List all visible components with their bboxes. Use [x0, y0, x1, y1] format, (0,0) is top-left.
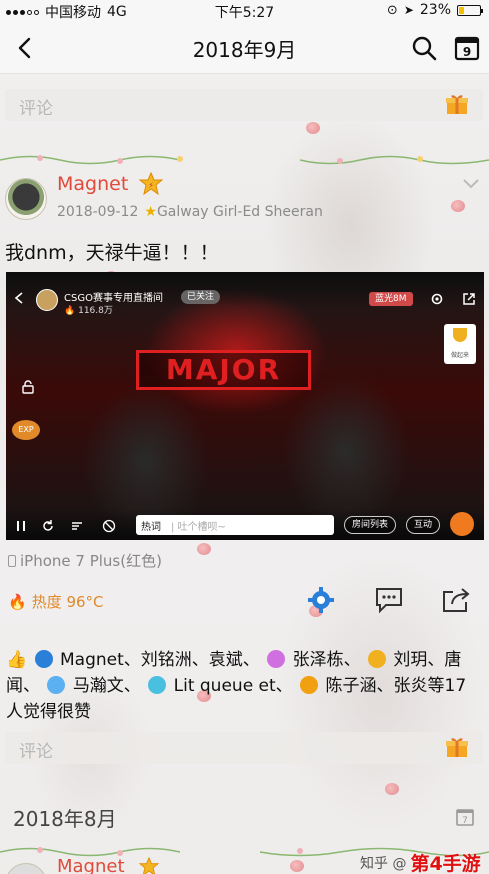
comment-input-2[interactable]: 评论	[5, 732, 483, 764]
watermark-site: 知乎 @	[360, 855, 407, 872]
watermark-brand: 第4手游	[410, 853, 481, 874]
thumbs-up-icon: 👍	[6, 650, 28, 670]
calendar-icon[interactable]: 9	[453, 34, 481, 62]
svg-text:7: 7	[462, 816, 468, 826]
flame-icon: 🔥	[8, 592, 27, 611]
video-banner-major: MAJOR	[136, 350, 311, 390]
svg-text:⚡: ⚡	[148, 181, 154, 190]
comment-icon[interactable]	[374, 586, 404, 614]
video-player[interactable]: MAJOR CSGO赛事专用直播间 🔥 116.8万 已关注 蓝光8M EXP …	[6, 272, 484, 540]
badge-bow-icon	[148, 676, 167, 694]
like-gear-icon[interactable]	[306, 586, 336, 614]
post-song[interactable]: Galway Girl-Ed Sheeran	[157, 204, 323, 220]
post-date: 2018-09-12	[57, 204, 139, 220]
calendar-small-icon[interactable]: 7	[455, 807, 475, 827]
channel-heat-value: 116.8万	[78, 306, 113, 316]
refresh-icon[interactable]	[41, 519, 55, 533]
badge-heart-icon	[267, 650, 286, 668]
badge-crown-icon	[300, 676, 319, 694]
quality-button[interactable]: 蓝光8M	[369, 292, 413, 306]
exp-badge[interactable]: EXP	[12, 420, 40, 440]
follow-button[interactable]: 已关注	[181, 290, 221, 304]
comment-input[interactable]: 评论	[5, 89, 483, 121]
gear-icon[interactable]	[430, 292, 444, 306]
search-icon[interactable]	[410, 34, 438, 62]
post-meta: 2018-09-12 ★ Galway Girl-Ed Sheeran	[57, 204, 323, 220]
likes-list: 👍 Magnet、刘铭洲、袁斌、 张泽栋、 刘玥、唐闻、 马瀚文、 Lit qu…	[6, 647, 482, 725]
fullscreen-share-icon[interactable]	[462, 292, 476, 306]
vip-badge-icon	[138, 857, 160, 874]
lock-icon[interactable]	[22, 380, 34, 394]
likes-names-2[interactable]: 张泽栋、	[293, 650, 361, 670]
petal-decoration	[451, 200, 465, 212]
petal-decoration	[306, 122, 320, 134]
phone-icon	[8, 554, 16, 567]
petal-decoration	[385, 783, 399, 795]
petal-decoration	[197, 543, 211, 555]
navigation-bar: 2018年9月 9	[0, 22, 489, 74]
username[interactable]: Magnet	[57, 173, 128, 195]
channel-heat: 🔥 116.8万	[64, 303, 113, 316]
post-text: 我dnm，天禄牛逼！！！	[5, 242, 219, 264]
trophy-icon	[453, 328, 467, 342]
vip-badge-icon: ⚡	[138, 172, 164, 196]
badge-gold-icon	[367, 650, 386, 668]
music-star-icon: ★	[144, 204, 157, 220]
watermark: 知乎 @ 第4手游	[360, 849, 481, 874]
danmu-off-icon[interactable]	[102, 519, 116, 533]
post-heat-value: 热度 96°C	[31, 593, 104, 611]
danmu-placeholder: | 吐个槽呗~	[171, 522, 226, 533]
trophy-widget[interactable]: 做起来	[444, 324, 476, 364]
gift-icon[interactable]	[445, 736, 469, 758]
fire-icon: 🔥	[64, 306, 76, 316]
danmu-toggle-icon[interactable]	[70, 519, 84, 533]
comment-placeholder: 评论	[19, 99, 53, 119]
battery-icon	[457, 4, 483, 16]
status-bar: 中国移动 4G 下午5:27 ⊙ ➤ 23%	[0, 0, 489, 22]
device-name: iPhone 7 Plus(红色)	[20, 552, 162, 570]
vine-divider	[0, 155, 489, 165]
badge-thumb-icon	[47, 676, 66, 694]
battery-percent: 23%	[419, 2, 451, 18]
badge-gear-icon	[34, 650, 53, 668]
channel-name: CSGO赛事专用直播间	[64, 293, 163, 304]
user-avatar[interactable]	[5, 178, 47, 220]
device-info: iPhone 7 Plus(红色)	[8, 550, 162, 571]
likes-names-5[interactable]: 马瀚文、	[73, 676, 141, 696]
likes-names-6[interactable]: Lit queue et、	[174, 676, 293, 696]
month-header: 2018年8月	[13, 807, 117, 831]
video-back-icon[interactable]	[14, 292, 24, 304]
chevron-down-icon[interactable]	[462, 178, 480, 190]
share-icon[interactable]	[441, 586, 471, 614]
danmu-input[interactable]: 热词 | 吐个槽呗~	[136, 515, 334, 535]
comment-placeholder-2: 评论	[19, 742, 53, 762]
petal-decoration	[290, 860, 304, 872]
likes-names-1[interactable]: Magnet、刘铭洲、袁斌、	[60, 650, 260, 670]
danmu-label: 热词	[141, 522, 161, 533]
trophy-caption: 做起来	[450, 352, 469, 359]
calendar-day: 9	[463, 45, 471, 59]
pause-icon[interactable]	[14, 519, 28, 533]
rotation-lock-icon: ⊙	[386, 2, 398, 18]
next-username[interactable]: Magnet	[57, 856, 125, 874]
interact-button[interactable]: 互动	[406, 516, 441, 534]
channel-avatar[interactable]	[36, 289, 58, 311]
room-list-button[interactable]: 房间列表	[344, 516, 397, 534]
gift-icon[interactable]	[445, 93, 469, 115]
location-icon: ➤	[403, 3, 414, 17]
likes-separator: 、	[23, 676, 40, 696]
post-heat: 🔥 热度 96°C	[8, 591, 104, 612]
video-gift-icon[interactable]	[450, 512, 474, 536]
